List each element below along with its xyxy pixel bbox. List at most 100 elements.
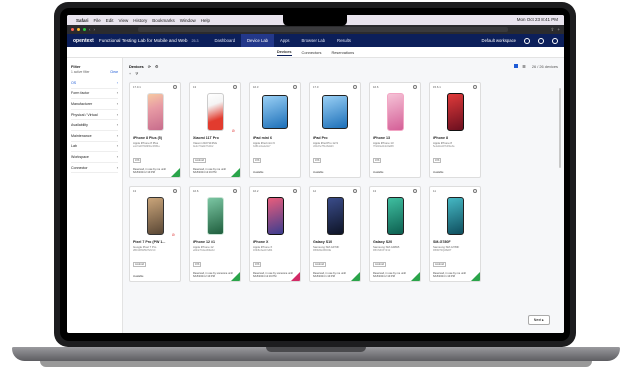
facet-label: Physical / Virtual: [71, 112, 98, 117]
device-status: Reserved, in use by someone until 6/18/2…: [193, 271, 233, 278]
device-name: iPhone 12 #1: [193, 240, 215, 244]
info-icon[interactable]: [233, 189, 237, 193]
device-image-wrap: [433, 91, 477, 133]
info-icon[interactable]: [473, 85, 477, 89]
clear-filter-button[interactable]: Clear: [110, 70, 118, 74]
info-icon[interactable]: [413, 189, 417, 193]
opentext-logo[interactable]: opentext: [73, 38, 94, 44]
info-icon[interactable]: [473, 189, 477, 193]
back-icon[interactable]: ‹: [89, 27, 91, 32]
scrollbar[interactable]: [559, 88, 561, 168]
device-card[interactable]: 13 ⊘ Pixel 7 Pro (PW 1... Google Pixel 7 Pr…: [129, 186, 181, 282]
facet-item[interactable]: Lab ›: [71, 142, 118, 153]
device-id: c82d7e7ff1c8a9d3: [313, 145, 334, 148]
menu-edit[interactable]: Edit: [106, 18, 114, 23]
device-card[interactable]: 12 Galaxy S10 Samsung SM-G973F R58M42ABCDE A…: [309, 186, 361, 282]
device-card[interactable]: 13 ⊘ Xiaomi 11T Pro Xiaomi 2107113SG 9e2c7f1…: [189, 82, 241, 178]
nav-results[interactable]: Results: [331, 34, 357, 47]
info-icon[interactable]: [413, 85, 417, 89]
facet-item[interactable]: Connector ›: [71, 163, 118, 174]
home-icon[interactable]: [524, 37, 530, 44]
device-status: Reserved, in use by me until 6/18/2024 1…: [433, 271, 466, 278]
grid-view-icon[interactable]: [514, 64, 519, 68]
os-version: 16.2: [253, 189, 259, 193]
nav-dashboard[interactable]: Dashboard: [209, 34, 242, 47]
active-filter-count: 1 active filter: [71, 70, 90, 74]
filter-icon[interactable]: ⧩: [135, 72, 138, 76]
device-card[interactable]: 16.2 iPhone X Apple iPhone X 1f9b8c3e2d7a6f…: [249, 186, 301, 282]
menu-help[interactable]: Help: [201, 18, 210, 23]
add-icon[interactable]: +: [129, 72, 131, 76]
menu-history[interactable]: History: [133, 18, 147, 23]
help-icon[interactable]: [552, 37, 558, 44]
screen-bezel: Safari File Edit View History Bookmarks …: [60, 8, 570, 341]
device-name: iPhone X: [253, 240, 269, 244]
forward-icon[interactable]: ›: [94, 27, 96, 32]
main-area: Filter 1 active filter Clear OS › Form fac…: [67, 58, 564, 333]
nav-browser-lab[interactable]: Browser Lab: [296, 34, 332, 47]
info-icon[interactable]: [173, 189, 177, 193]
list-view-icon[interactable]: ☰: [522, 64, 526, 69]
device-card[interactable]: 11 SM-G780F Samsung SM-G780F R58R70QWERT And…: [429, 186, 481, 282]
info-icon[interactable]: [233, 85, 237, 89]
device-card[interactable]: 17.0.1 iPhone 8 Plus (5) Apple iPhone 8 Pl…: [129, 82, 181, 178]
device-card[interactable]: 15.6.1 iPhone 8 Apple iPhone 8 5e1a9c2d7b4f…: [429, 82, 481, 178]
facet-item[interactable]: Manufacturer ›: [71, 99, 118, 110]
app-header: opentext Functional Testing Lab for Mobi…: [67, 34, 564, 47]
menu-safari[interactable]: Safari: [76, 18, 89, 23]
device-name: Galaxy S20: [373, 240, 393, 244]
user-icon[interactable]: [538, 37, 544, 44]
zoom-window-button[interactable]: [83, 28, 86, 31]
tab-reservations[interactable]: Reservations: [331, 50, 354, 55]
facet-item[interactable]: Maintenance ›: [71, 131, 118, 142]
device-card[interactable]: 16.6 iPhone 13 Apple iPhone 13 7f3d19e4b2c6…: [369, 82, 421, 178]
device-card[interactable]: 17.0 iPad Pro Apple iPad Pro 12.9 c82d7e7ff…: [309, 82, 361, 178]
status-corner: [231, 272, 240, 281]
device-image: [146, 197, 164, 235]
info-icon[interactable]: [353, 189, 357, 193]
menu-bookmarks[interactable]: Bookmarks: [152, 18, 175, 23]
device-name: Xiaomi 11T Pro: [193, 136, 219, 140]
device-card[interactable]: 16.3 iPad mini 6 Apple iPad mini 6 b4ff11c4…: [249, 82, 301, 178]
info-icon[interactable]: [173, 85, 177, 89]
facet-item[interactable]: Availability ›: [71, 120, 118, 131]
minimize-window-button[interactable]: [77, 28, 80, 31]
menu-view[interactable]: View: [119, 18, 129, 23]
menu-window[interactable]: Window: [180, 18, 196, 23]
close-window-button[interactable]: [71, 28, 74, 31]
workspace-selector[interactable]: Default workspace: [482, 38, 516, 43]
os-version: 13: [133, 189, 137, 193]
os-version: 13: [193, 85, 197, 89]
share-icon[interactable]: ⇧: [551, 27, 555, 33]
facet-item[interactable]: Form factor ›: [71, 89, 118, 100]
menu-file[interactable]: File: [94, 18, 101, 23]
tab-connectors[interactable]: Connectors: [302, 50, 322, 55]
info-icon[interactable]: [293, 189, 297, 193]
next-page-button[interactable]: Next ▸: [527, 315, 550, 325]
device-image: [446, 197, 464, 235]
facet-item[interactable]: Workspace ›: [71, 152, 118, 163]
os-badge: Android: [373, 262, 386, 267]
device-card[interactable]: 16.6 iPhone 12 #1 Apple iPhone 12 e8d4c7b2a…: [189, 186, 241, 282]
device-image: [386, 197, 404, 235]
content-subrow: + ⧩: [129, 70, 558, 78]
device-card[interactable]: 13 Galaxy S20 Samsung SM-G981B R5CN30XYZ12 A…: [369, 186, 421, 282]
device-status: Reserved, in use by me until 6/18/2024 1…: [313, 271, 346, 278]
os-badge: Android: [193, 158, 206, 163]
refresh-icon[interactable]: ⟳: [148, 64, 151, 69]
facet-item[interactable]: OS ›: [71, 78, 118, 89]
info-icon[interactable]: [293, 85, 297, 89]
device-image: [206, 197, 224, 235]
facet-label: Lab: [71, 144, 77, 149]
nav-device-lab[interactable]: Device Lab: [241, 34, 274, 47]
address-bar[interactable]: [138, 27, 508, 32]
settings-icon[interactable]: ⚙: [155, 64, 159, 69]
menubar-clock[interactable]: Mon Oct 23 8:41 PM: [517, 17, 558, 22]
info-icon[interactable]: [353, 85, 357, 89]
new-tab-icon[interactable]: +: [557, 27, 560, 32]
device-id: 5e1a9c2d7b4f0e3a: [433, 145, 455, 148]
nav-apps[interactable]: Apps: [274, 34, 296, 47]
facet-item[interactable]: Physical / Virtual ›: [71, 110, 118, 121]
tab-devices[interactable]: Devices: [276, 49, 292, 56]
device-status: Available: [373, 170, 384, 174]
